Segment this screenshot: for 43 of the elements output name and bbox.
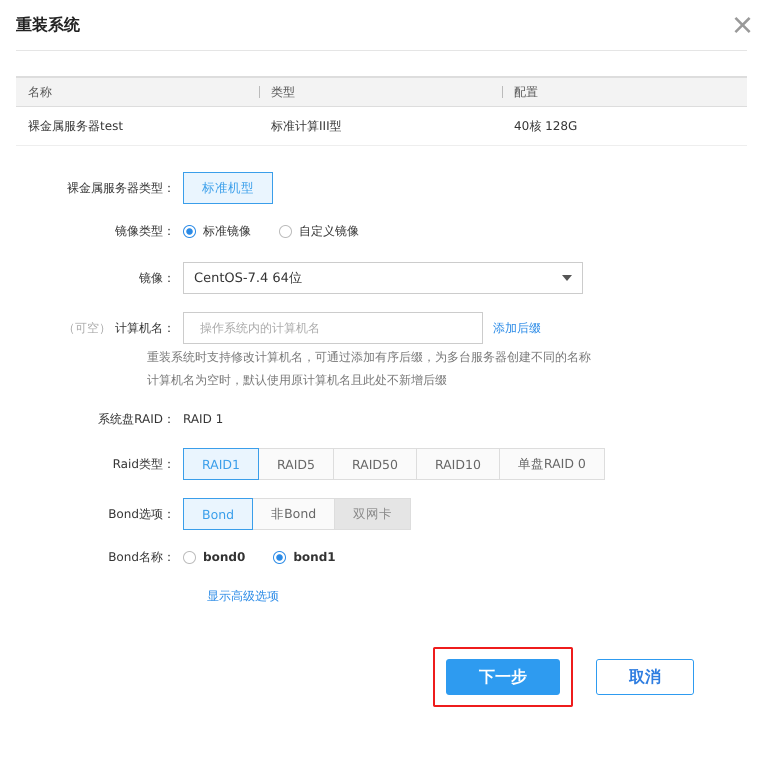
radio-label: 自定义镜像 — [299, 222, 359, 240]
close-button[interactable]: × — [732, 7, 753, 43]
radio-label: bond0 — [203, 550, 246, 564]
optional-label: （可空） — [63, 320, 111, 336]
option-button[interactable]: RAID50 — [333, 448, 417, 480]
option-button[interactable]: RAID5 — [258, 448, 334, 480]
image-dropdown[interactable]: CentOS-7.4 64位 — [183, 262, 583, 294]
radio-button[interactable] — [273, 550, 286, 564]
cancel-button[interactable]: 取消 — [596, 659, 694, 695]
radio-button[interactable] — [279, 224, 292, 238]
caret-icon — [562, 275, 572, 281]
option-button[interactable]: RAID1 — [183, 448, 259, 480]
table-cell-text: 裸金属服务器test — [27, 118, 124, 134]
table-cell-text: 40核 128G — [513, 118, 578, 134]
option-button[interactable]: Bond — [183, 498, 254, 530]
field-label: Raid类型： — [112, 456, 175, 472]
field-label: 镜像类型： — [115, 222, 175, 240]
option-button[interactable]: 非Bond — [252, 498, 336, 530]
field-label: Bond选项： — [108, 506, 175, 522]
column-header: 名称 — [27, 84, 53, 100]
radio-button[interactable] — [183, 550, 196, 564]
table-cell-text: 标准计算III型 — [270, 118, 343, 134]
help-text: 计算机名为空时，默认使用原计算机名且此处不新增后缀 — [147, 372, 448, 389]
column-header: 配置 — [502, 86, 747, 98]
field-label: 裸金属服务器类型： — [67, 180, 175, 196]
option-button[interactable]: 单盘RAID 0 — [498, 448, 605, 480]
advanced-options-link[interactable]: 显示高级选项 — [207, 589, 279, 603]
option-button[interactable]: RAID10 — [416, 448, 500, 480]
add-suffix-link[interactable]: 添加后缀 — [493, 320, 541, 336]
field-label: 系统盘RAID： — [98, 410, 175, 428]
field-value: RAID 1 — [183, 412, 224, 426]
radio-button[interactable] — [183, 224, 196, 238]
field-label: 计算机名： — [115, 320, 175, 336]
help-text: 重装系统时支持修改计算机名，可通过添加有序后缀，为多台服务器创建不同的名称 — [147, 349, 592, 366]
dialog-title: 重装系统 — [16, 14, 80, 36]
radio-label: 标准镜像 — [203, 222, 251, 240]
computer-name-field[interactable]: 操作系统内的计算机名 — [183, 312, 483, 344]
next-button[interactable]: 下一步 — [446, 659, 560, 695]
field-label: 镜像： — [139, 270, 175, 286]
radio-label: bond1 — [293, 550, 336, 564]
column-header: 类型 — [259, 86, 502, 98]
option-button[interactable]: 标准机型 — [183, 172, 273, 204]
field-label: Bond名称： — [108, 548, 175, 566]
